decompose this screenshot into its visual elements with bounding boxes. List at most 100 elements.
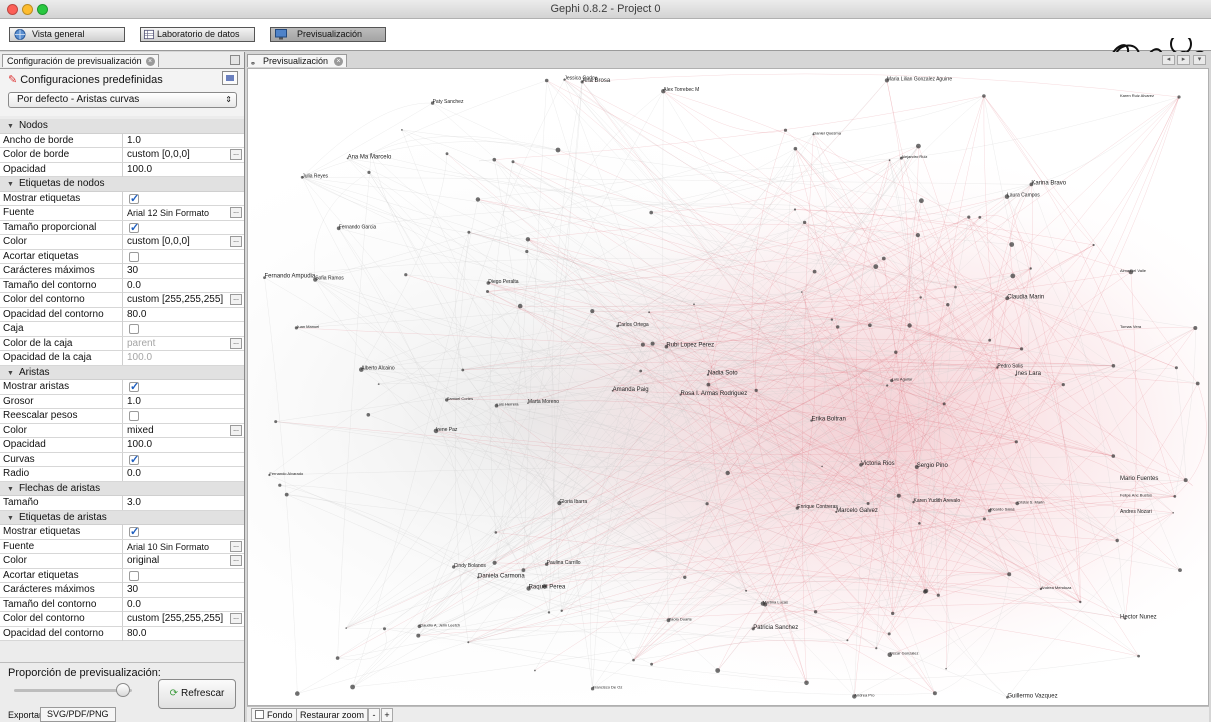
prop-node-box-color[interactable]: Color de la caja parent... [0,336,244,351]
prop-value[interactable]: custom [255,255,255] [122,293,244,307]
prop-edge-outline-size[interactable]: Tamaño del contorno 0.0 [0,597,244,612]
prop-edge-thickness[interactable]: Grosor 1.0 [0,394,244,409]
prop-value[interactable]: 80.0 [122,626,244,641]
preview-settings-tab[interactable]: Configuración de previsualización × [2,54,159,67]
show-edges-checkbox[interactable] [129,380,139,394]
prop-node-max-chars[interactable]: Carácteres máximos 30 [0,264,244,279]
prop-edge-radius[interactable]: Radio 0.0 [0,467,244,482]
prop-value[interactable]: 0.0 [122,597,244,612]
close-icon[interactable]: × [145,57,155,66]
prop-edge-curved[interactable]: Curvas [0,452,244,467]
edit-ellipsis-button[interactable]: ... [230,207,242,218]
tab-list-button[interactable]: ▾ [1193,55,1206,65]
close-icon[interactable]: × [334,57,344,66]
overview-button[interactable]: Vista general [9,27,125,42]
background-toggle[interactable]: Fondo [251,708,297,722]
edit-ellipsis-button[interactable]: ... [230,236,242,247]
prop-value[interactable]: original [122,554,244,568]
preview-mode-button[interactable]: Previsualización [270,27,386,42]
prop-edge-show-labels[interactable]: Mostrar etiquetas [0,525,244,540]
prop-value[interactable]: 0.0 [122,467,244,481]
zoom-in-button[interactable]: + [381,708,393,722]
prop-node-opacity[interactable]: Opacidad 100.0 [0,162,244,177]
prop-node-box-opacity[interactable]: Opacidad de la caja 100.0 [0,351,244,366]
prop-edge-outline-color[interactable]: Color del contorno custom [255,255,255]..… [0,612,244,627]
box-checkbox[interactable] [129,324,139,334]
prop-edge-rescale[interactable]: Reescalar pesos [0,409,244,424]
prop-node-outline-size[interactable]: Tamaño del contorno 0.0 [0,278,244,293]
prop-edge-color[interactable]: Color mixed... [0,423,244,438]
prop-node-shorten-labels[interactable]: Acortar etiquetas [0,249,244,264]
edit-ellipsis-button[interactable]: ... [230,555,242,566]
prop-edge-outline-opacity[interactable]: Opacidad del contorno 80.0 [0,626,244,641]
prop-value[interactable]: 30 [122,583,244,597]
prop-edge-opacity[interactable]: Opacidad 100.0 [0,438,244,453]
prop-value[interactable]: custom [0,0,0] [122,235,244,249]
category-edge-arrows[interactable]: ▼ Flechas de aristas [0,481,244,496]
category-edge-labels[interactable]: ▼ Etiquetas de aristas [0,510,244,525]
edit-ellipsis-button[interactable]: ... [230,337,242,349]
prop-value[interactable]: mixed [122,423,244,438]
preview-ratio-slider[interactable] [14,689,132,692]
minimize-panel-button[interactable] [230,55,240,65]
background-checkbox[interactable] [255,710,264,719]
prop-value[interactable]: 80.0 [122,307,244,322]
preview-tab[interactable]: ⚭ Previsualización × [247,54,348,68]
prop-value[interactable]: custom [255,255,255] [122,612,244,626]
save-preset-button[interactable] [222,71,238,85]
prop-value[interactable]: 30 [122,264,244,278]
tab-scroll-right-button[interactable]: ▸ [1177,55,1190,65]
prop-edge-max-chars[interactable]: Carácteres máximos 30 [0,583,244,598]
prop-value[interactable]: Arial 10 Sin Formato [122,539,244,554]
rescale-weights-checkbox[interactable] [129,411,139,421]
prop-node-show-labels[interactable]: Mostrar etiquetas [0,191,244,206]
preset-select[interactable]: Por defecto - Aristas curvas ⇕ [8,92,237,108]
prop-node-font[interactable]: Fuente Arial 12 Sin Formato... [0,206,244,221]
category-edges[interactable]: ▼ Aristas [0,365,244,380]
category-node-labels[interactable]: ▼ Etiquetas de nodos [0,177,244,192]
curved-edges-checkbox[interactable] [129,453,139,467]
prop-edge-shorten-labels[interactable]: Acortar etiquetas [0,568,244,583]
shorten-edge-labels-checkbox[interactable] [129,570,139,581]
tab-scroll-left-button[interactable]: ◂ [1162,55,1175,65]
prop-arrow-size[interactable]: Tamaño 3.0 [0,496,244,511]
prop-node-outline-opacity[interactable]: Opacidad del contorno 80.0 [0,307,244,322]
zoom-out-button[interactable]: - [368,708,380,722]
show-node-labels-checkbox[interactable] [129,192,139,206]
prop-value[interactable]: 100.0 [122,351,244,365]
prop-value[interactable]: 0.0 [122,278,244,293]
category-nodes[interactable]: ▼ Nodos [0,119,244,134]
prop-value[interactable]: parent [122,336,244,351]
prop-value[interactable]: 1.0 [122,394,244,409]
edit-ellipsis-button[interactable]: ... [230,424,242,436]
prop-node-proportional-size[interactable]: Tamaño proporcional [0,220,244,235]
edit-ellipsis-button[interactable]: ... [230,540,242,552]
prop-node-border-width[interactable]: Ancho de borde 1.0 [0,133,244,148]
graph-node [802,220,807,225]
prop-edge-label-color[interactable]: Color original... [0,554,244,569]
graph-preview-canvas[interactable]: Claudio A. Jelin Leetch Alberto Alcaino Am… [247,68,1209,706]
prop-node-border-color[interactable]: Color de borde custom [0,0,0]... [0,148,244,163]
prop-node-label-color[interactable]: Color custom [0,0,0]... [0,235,244,250]
edit-ellipsis-button[interactable]: ... [230,613,242,624]
data-laboratory-button[interactable]: Laboratorio de datos [140,27,255,42]
export-button[interactable]: SVG/PDF/PNG [40,707,116,722]
prop-node-box[interactable]: Caja [0,322,244,337]
prop-node-outline-color[interactable]: Color del contorno custom [255,255,255]..… [0,293,244,308]
prop-value[interactable]: custom [0,0,0] [122,148,244,162]
edit-ellipsis-button[interactable]: ... [230,294,242,305]
slider-handle[interactable] [115,683,130,697]
prop-edge-show[interactable]: Mostrar aristas [0,380,244,395]
prop-value[interactable]: 3.0 [122,496,244,510]
refresh-button[interactable]: ⟳ Refrescar [158,679,236,709]
restore-zoom-button[interactable]: Restaurar zoom [296,708,369,722]
prop-value[interactable]: 100.0 [122,438,244,452]
prop-edge-label-font[interactable]: Fuente Arial 10 Sin Formato... [0,539,244,554]
prop-value[interactable]: 1.0 [122,133,244,148]
show-edge-labels-checkbox[interactable] [129,525,139,539]
proportional-size-checkbox[interactable] [129,221,139,235]
edit-ellipsis-button[interactable]: ... [230,149,242,160]
prop-value[interactable]: 100.0 [122,162,244,177]
prop-value[interactable]: Arial 12 Sin Formato [122,206,244,220]
shorten-node-labels-checkbox[interactable] [129,251,139,262]
